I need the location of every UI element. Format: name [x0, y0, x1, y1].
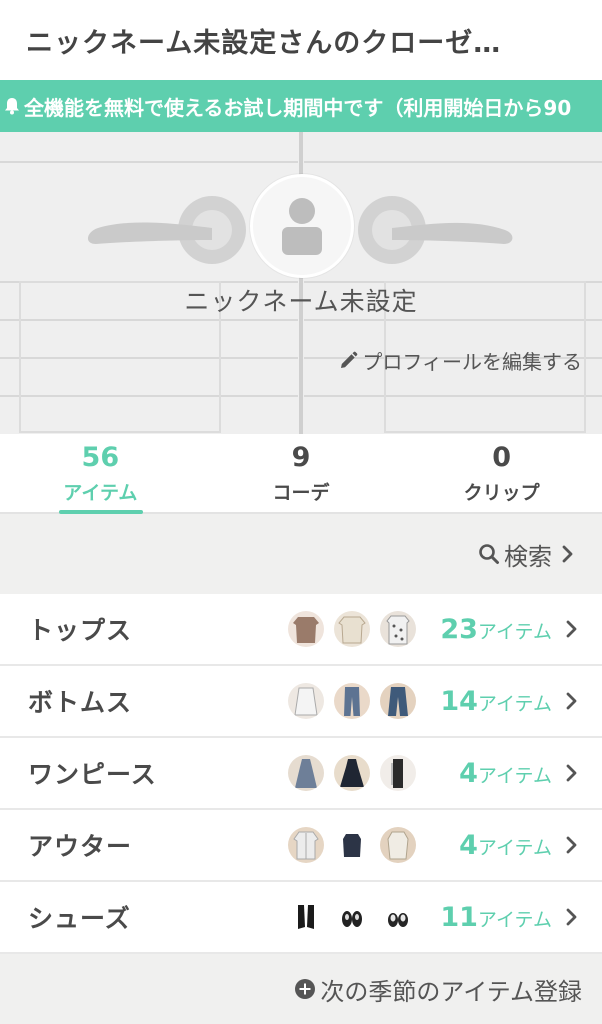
profile-nickname: ニックネーム未設定 — [184, 287, 418, 316]
category-name: ボトムス — [28, 688, 133, 717]
avatar[interactable] — [250, 174, 354, 278]
item-thumbnail — [288, 755, 324, 791]
item-thumbnail — [334, 827, 370, 863]
chevron-right-icon — [562, 545, 574, 563]
chevron-right-icon — [566, 620, 578, 638]
pencil-icon — [338, 351, 358, 371]
item-thumbnails — [288, 755, 416, 791]
category-row-onepiece[interactable]: ワンピース 4アイテム — [0, 738, 602, 810]
item-thumbnail — [334, 611, 370, 647]
item-count-unit: アイテム — [477, 836, 552, 859]
tab-clips[interactable]: 0 クリップ — [401, 434, 602, 512]
item-thumbnail — [380, 755, 416, 791]
item-count-unit: アイテム — [477, 764, 552, 787]
next-season-label: 次の季節のアイテム登録 — [320, 977, 582, 1006]
item-count-number: 23 — [440, 613, 478, 645]
search-button[interactable]: 検索 — [478, 537, 574, 572]
edit-profile-link[interactable]: プロフィールを編集する — [338, 346, 582, 375]
footer-bar: 次の季節のアイテム登録 — [0, 954, 602, 1024]
item-thumbnails — [288, 899, 416, 935]
item-thumbnail — [334, 899, 370, 935]
item-count: 23アイテム — [432, 614, 552, 645]
item-thumbnail — [288, 827, 324, 863]
item-thumbnail — [380, 683, 416, 719]
item-count: 4アイテム — [432, 830, 552, 861]
item-thumbnails — [288, 827, 416, 863]
category-name: ワンピース — [28, 760, 157, 789]
stats-tabs: 56 アイテム 9 コーデ 0 クリップ — [0, 434, 602, 514]
item-thumbnail — [380, 899, 416, 935]
search-bar: 検索 — [0, 514, 602, 594]
item-count-unit: アイテム — [477, 692, 552, 715]
search-label: 検索 — [504, 542, 552, 571]
trial-banner-text: 全機能を無料で使えるお試し期間中です（利用開始日から90 — [24, 95, 572, 120]
category-row-bottoms[interactable]: ボトムス 14アイテム — [0, 666, 602, 738]
item-count-number: 14 — [440, 685, 478, 717]
chevron-right-icon — [566, 836, 578, 854]
item-thumbnail — [334, 755, 370, 791]
item-thumbnail — [288, 899, 324, 935]
tab-coordinates[interactable]: 9 コーデ — [201, 434, 402, 512]
clips-label: クリップ — [463, 481, 540, 504]
tab-items[interactable]: 56 アイテム — [0, 434, 201, 514]
item-thumbnail — [288, 611, 324, 647]
item-count-number: 4 — [459, 757, 478, 789]
item-count-unit: アイテム — [477, 908, 552, 931]
page-title: ニックネーム未設定さんのクローゼ… — [26, 27, 502, 59]
coordinates-count: 9 — [291, 441, 311, 473]
item-count-number: 11 — [440, 901, 478, 933]
item-thumbnails — [288, 683, 416, 719]
item-thumbnail — [380, 827, 416, 863]
items-label: アイテム — [63, 481, 138, 504]
item-count: 14アイテム — [432, 686, 552, 717]
item-thumbnails — [288, 611, 416, 647]
items-count: 56 — [81, 441, 120, 473]
profile-hero: ニックネーム未設定 プロフィールを編集する — [0, 132, 602, 434]
item-count: 4アイテム — [432, 758, 552, 789]
search-icon — [478, 543, 500, 565]
category-list: トップス 23アイテム ボトムス 14アイテム ワンピース 4アイテム アウター… — [0, 594, 602, 954]
clips-count: 0 — [492, 441, 512, 473]
item-thumbnail — [288, 683, 324, 719]
user-icon — [282, 198, 322, 255]
chevron-right-icon — [566, 764, 578, 782]
chevron-right-icon — [566, 908, 578, 926]
category-row-shoes[interactable]: シューズ 11アイテム — [0, 882, 602, 954]
bell-icon — [2, 95, 22, 117]
item-thumbnail — [380, 611, 416, 647]
plus-circle-icon — [294, 978, 316, 1000]
category-name: トップス — [28, 616, 133, 645]
coordinates-label: コーデ — [272, 481, 330, 504]
item-count-unit: アイテム — [477, 620, 552, 643]
chevron-right-icon — [566, 692, 578, 710]
category-row-tops[interactable]: トップス 23アイテム — [0, 594, 602, 666]
trial-banner[interactable]: 全機能を無料で使えるお試し期間中です（利用開始日から90 — [0, 80, 602, 132]
item-count: 11アイテム — [432, 902, 552, 933]
app-header: ニックネーム未設定さんのクローゼ… — [0, 0, 602, 80]
category-name: アウター — [28, 832, 133, 861]
category-name: シューズ — [28, 904, 131, 933]
next-season-register-button[interactable]: 次の季節のアイテム登録 — [294, 972, 582, 1007]
category-row-outer[interactable]: アウター 4アイテム — [0, 810, 602, 882]
edit-profile-label: プロフィールを編集する — [362, 350, 582, 374]
item-thumbnail — [334, 683, 370, 719]
item-count-number: 4 — [459, 829, 478, 861]
